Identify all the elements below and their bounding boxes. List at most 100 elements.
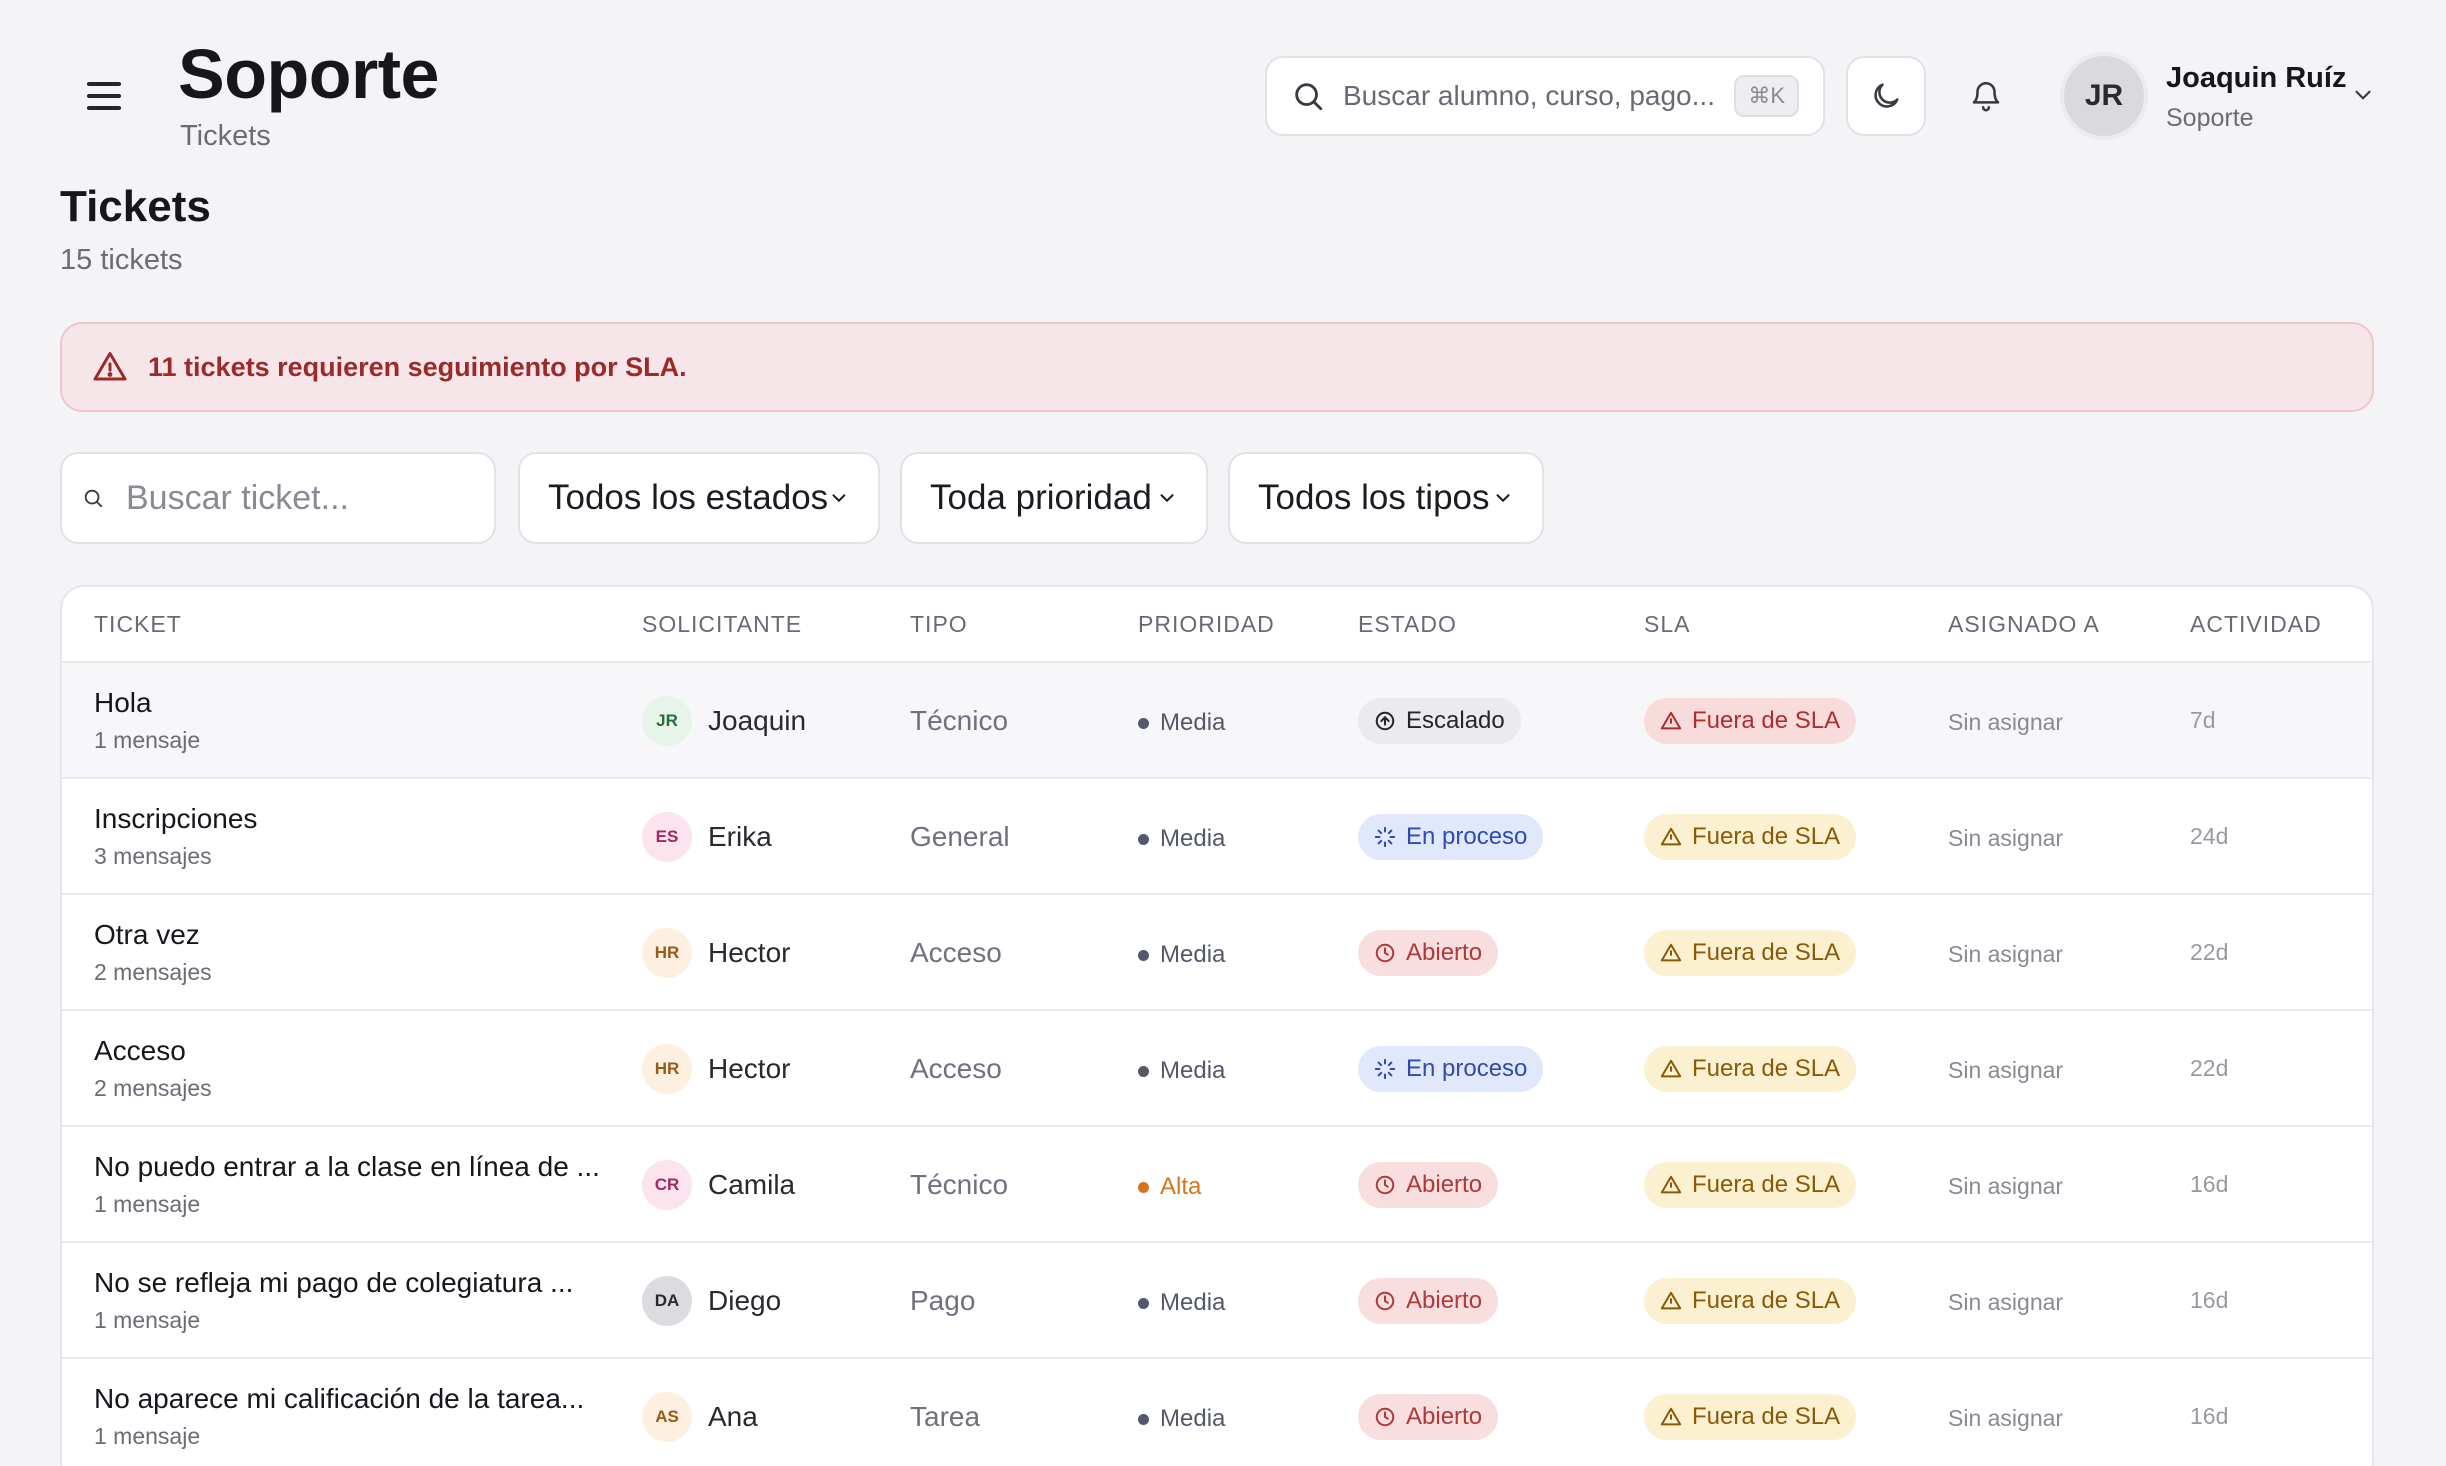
ticket-title[interactable]: Otra vez	[94, 919, 200, 951]
ticket-search-input[interactable]	[126, 478, 474, 518]
priority-filter-select[interactable]: Toda prioridad	[900, 452, 1208, 544]
priority-dot-icon	[1138, 717, 1149, 729]
user-menu[interactable]: JR Joaquin Ruíz Soporte	[2060, 52, 2380, 140]
ticket-type: Técnico	[910, 1169, 1009, 1200]
chevron-down-icon	[2355, 90, 2371, 100]
table-row[interactable]: No se refleja mi pago de colegiatura ...…	[62, 1243, 2372, 1359]
ticket-type: Tarea	[910, 1401, 981, 1432]
requester-name: Hector	[708, 937, 791, 968]
requester-name: Ana	[708, 1401, 758, 1432]
priority-dot-icon	[1138, 1297, 1149, 1309]
column-header-priority[interactable]: PRIORIDAD	[1138, 611, 1275, 638]
column-header-type[interactable]: TIPO	[910, 611, 968, 638]
warning-triangle-icon	[1660, 943, 1682, 962]
type-filter-label: Todos los tipos	[1258, 478, 1490, 517]
sla-badge: Fuera de SLA	[1644, 1394, 1857, 1440]
ticket-message-count: 3 mensajes	[94, 843, 212, 869]
requester-name: Diego	[708, 1285, 782, 1316]
clock-icon	[1375, 1291, 1395, 1311]
warning-triangle-icon	[1660, 1291, 1682, 1310]
sla-label: Fuera de SLA	[1692, 1287, 1841, 1314]
bell-icon	[1972, 82, 2000, 112]
sla-label: Fuera de SLA	[1692, 823, 1841, 850]
tickets-table: TICKET SOLICITANTE TIPO PRIORIDAD ESTADO…	[60, 585, 2374, 1466]
ticket-title[interactable]: No puedo entrar a la clase en línea de .…	[94, 1151, 600, 1183]
sla-alert-banner: 11 tickets requieren seguimiento por SLA…	[60, 322, 2374, 412]
arrow-up-circle-icon	[1375, 711, 1395, 731]
priority-label: Media	[1160, 825, 1226, 852]
priority-label: Alta	[1160, 1173, 1202, 1200]
priority-label: Media	[1160, 709, 1226, 736]
ticket-title[interactable]: No aparece mi calificación de la tarea..…	[94, 1383, 584, 1415]
column-header-ticket[interactable]: TICKET	[94, 611, 182, 638]
table-row[interactable]: No aparece mi calificación de la tarea..…	[62, 1359, 2372, 1466]
table-row[interactable]: Inscripciones 3 mensajes ES Erika Genera…	[62, 779, 2372, 895]
column-header-status[interactable]: ESTADO	[1358, 611, 1457, 638]
requester-avatar: DA	[642, 1276, 692, 1326]
status-badge: Abierto	[1358, 930, 1499, 976]
last-activity: 24d	[2190, 823, 2229, 849]
ticket-type: Acceso	[910, 937, 1002, 968]
ticket-type: General	[910, 821, 1010, 852]
theme-toggle-button[interactable]	[1846, 56, 1926, 136]
assignee: Sin asignar	[1948, 1173, 2064, 1199]
last-activity: 16d	[2190, 1403, 2229, 1429]
global-search[interactable]: ⌘K	[1265, 56, 1825, 136]
priority-indicator: Media	[1138, 941, 1225, 969]
ticket-title[interactable]: Acceso	[94, 1035, 186, 1067]
priority-label: Media	[1160, 1405, 1226, 1432]
column-header-assigned[interactable]: ASIGNADO A	[1948, 611, 2100, 638]
ticket-title[interactable]: Inscripciones	[94, 803, 257, 835]
column-header-sla[interactable]: SLA	[1644, 611, 1690, 638]
warning-triangle-icon	[1660, 827, 1682, 846]
search-icon	[84, 489, 103, 508]
ticket-type: Acceso	[910, 1053, 1002, 1084]
clock-icon	[1375, 1407, 1395, 1427]
chevron-down-icon	[1496, 494, 1510, 503]
priority-dot-icon	[1138, 1181, 1149, 1193]
ticket-message-count: 1 mensaje	[94, 1191, 201, 1217]
global-search-input[interactable]	[1343, 80, 1725, 112]
notifications-button[interactable]	[1946, 56, 2026, 136]
ticket-title[interactable]: Hola	[94, 687, 152, 719]
status-badge: Abierto	[1358, 1162, 1499, 1208]
table-row[interactable]: Otra vez 2 mensajes HR Hector Acceso Med…	[62, 895, 2372, 1011]
loader-icon	[1374, 826, 1396, 848]
last-activity: 22d	[2190, 939, 2229, 965]
column-header-activity[interactable]: ACTIVIDAD	[2190, 611, 2322, 638]
ticket-count: 15 tickets	[60, 244, 183, 276]
priority-indicator: Media	[1138, 1057, 1225, 1085]
warning-triangle-icon	[1660, 1059, 1682, 1078]
priority-label: Media	[1160, 1289, 1226, 1316]
warning-triangle-icon	[1660, 711, 1682, 730]
ticket-title[interactable]: No se refleja mi pago de colegiatura ...	[94, 1267, 573, 1299]
priority-indicator: Alta	[1138, 1173, 1201, 1201]
app-subtitle: Tickets	[180, 120, 271, 152]
status-label: Abierto	[1406, 939, 1483, 966]
ticket-message-count: 2 mensajes	[94, 1075, 212, 1101]
status-filter-select[interactable]: Todos los estados	[518, 452, 880, 544]
menu-button[interactable]	[78, 72, 130, 120]
status-badge: Abierto	[1358, 1394, 1499, 1440]
ticket-message-count: 1 mensaje	[94, 727, 201, 753]
sla-label: Fuera de SLA	[1692, 1055, 1841, 1082]
requester-name: Erika	[708, 821, 772, 852]
support-tickets-page: Soporte Tickets ⌘K JR Joaquin Ruíz Sopor…	[0, 0, 2446, 1466]
status-badge: Abierto	[1358, 1278, 1499, 1324]
sla-badge: Fuera de SLA	[1644, 930, 1857, 976]
table-row[interactable]: Acceso 2 mensajes HR Hector Acceso Media…	[62, 1011, 2372, 1127]
ticket-search[interactable]	[60, 452, 496, 544]
requester-avatar: AS	[642, 1392, 692, 1442]
priority-dot-icon	[1138, 1413, 1149, 1425]
priority-label: Media	[1160, 941, 1226, 968]
requester-name: Joaquin	[708, 705, 807, 736]
requester-avatar: HR	[642, 928, 692, 978]
table-row[interactable]: Hola 1 mensaje JR Joaquin Técnico Media …	[62, 663, 2372, 779]
column-header-requester[interactable]: SOLICITANTE	[642, 611, 802, 638]
ticket-message-count: 2 mensajes	[94, 959, 212, 985]
status-label: Abierto	[1406, 1403, 1483, 1430]
table-row[interactable]: No puedo entrar a la clase en línea de .…	[62, 1127, 2372, 1243]
type-filter-select[interactable]: Todos los tipos	[1228, 452, 1544, 544]
status-badge: En proceso	[1358, 814, 1544, 860]
status-label: En proceso	[1406, 823, 1528, 850]
